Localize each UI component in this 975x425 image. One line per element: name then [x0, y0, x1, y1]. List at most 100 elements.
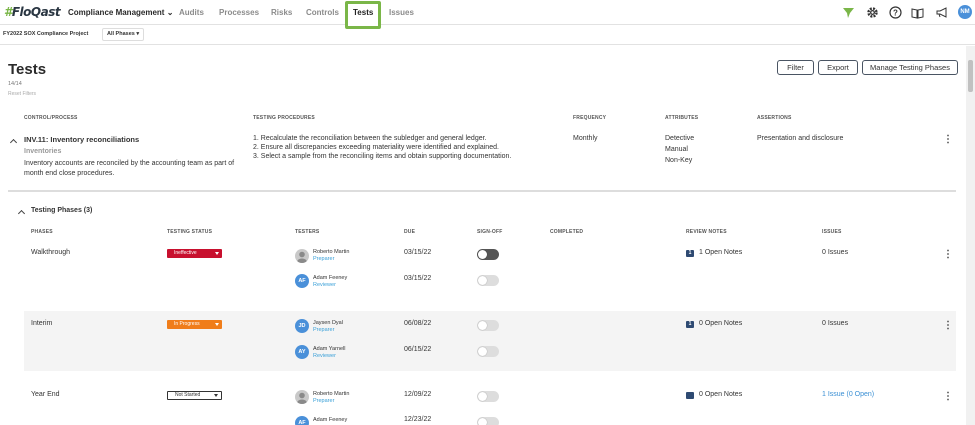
avatar: JD — [295, 319, 309, 333]
procedure-1: 1. Recalculate the reconciliation betwee… — [253, 135, 487, 142]
caret-down-icon — [215, 252, 219, 255]
collapse-control-icon[interactable] — [9, 138, 18, 147]
avatar — [295, 249, 309, 263]
manage-testing-phases-button[interactable]: Manage Testing Phases — [862, 60, 958, 75]
issues-link[interactable]: 1 Issue (0 Open) — [822, 391, 874, 398]
col-due: DUE — [404, 229, 416, 235]
tester-name: Jaysen Dyal — [313, 320, 343, 326]
tester-role: Reviewer — [313, 353, 336, 359]
megaphone-icon[interactable] — [935, 6, 948, 19]
col-testing-procedures: TESTING PROCEDURES — [253, 115, 315, 121]
avatar: AF — [295, 274, 309, 288]
attribute-detective: Detective — [665, 135, 695, 142]
export-button[interactable]: Export — [818, 60, 858, 75]
testing-status-select[interactable]: In Progress — [167, 320, 222, 329]
filter-button[interactable]: Filter — [777, 60, 814, 75]
testing-status-select[interactable]: Not Started — [167, 391, 222, 400]
sign-off-toggle[interactable] — [477, 417, 499, 425]
sub-nav: FY2022 SOX Compliance Project All Phases… — [0, 25, 975, 45]
sign-off-toggle[interactable] — [477, 391, 499, 402]
caret-down-icon — [214, 394, 218, 397]
col-attributes: ATTRIBUTES — [665, 115, 699, 121]
chevron-down-icon: ⌄ — [166, 8, 174, 17]
review-notes[interactable]: 0 Open Notes — [699, 391, 742, 398]
reset-filters-link[interactable]: Reset Filters — [8, 91, 36, 97]
review-note-icon: 1 — [686, 321, 694, 328]
project-name[interactable]: FY2022 SOX Compliance Project — [3, 31, 88, 37]
phase-kebab-menu-icon[interactable]: ⋮ — [943, 392, 953, 402]
testing-status-select[interactable]: Ineffective — [167, 249, 222, 258]
control-name[interactable]: INV.11: Inventory reconciliations — [24, 135, 139, 144]
person-photo-icon — [297, 392, 307, 404]
col-issues: ISSUES — [822, 229, 842, 235]
col-frequency: FREQUENCY — [573, 115, 607, 121]
tester-role: Preparer — [313, 398, 335, 404]
section-divider — [8, 190, 956, 192]
review-note-icon — [686, 392, 694, 399]
sign-off-toggle[interactable] — [477, 320, 499, 331]
scrollbar-track[interactable] — [966, 46, 975, 425]
col-testers: TESTERS — [295, 229, 320, 235]
book-icon[interactable] — [911, 6, 924, 19]
nav-issues[interactable]: Issues — [389, 8, 414, 17]
due-date: 06/08/22 — [404, 320, 432, 327]
nav-compliance-management[interactable]: Compliance Management ⌄ — [68, 8, 173, 17]
collapse-phases-icon[interactable] — [17, 209, 26, 218]
tester-role: Reviewer — [313, 282, 336, 288]
page-title: Tests — [8, 61, 47, 78]
avatar: AY — [295, 345, 309, 359]
phase-name: Year End — [31, 391, 60, 398]
tester-role: Preparer — [313, 327, 335, 333]
attribute-non-key: Non-Key — [665, 157, 693, 164]
tester-name: Adam Yarnell — [313, 346, 346, 352]
help-icon[interactable]: ? — [889, 6, 902, 19]
nav-tests[interactable]: Tests — [353, 8, 373, 17]
sign-off-toggle[interactable] — [477, 346, 499, 357]
issues-count[interactable]: 0 Issues — [822, 320, 848, 327]
nav-processes[interactable]: Processes — [219, 8, 259, 17]
review-notes[interactable]: 0 Open Notes — [699, 320, 742, 327]
col-testing-status: TESTING STATUS — [167, 229, 213, 235]
control-frequency: Monthly — [573, 135, 598, 142]
due-date: 03/15/22 — [404, 275, 432, 282]
due-date: 12/09/22 — [404, 391, 432, 398]
nav-audits[interactable]: Audits — [179, 8, 204, 17]
control-assertion: Presentation and disclosure — [757, 135, 844, 142]
col-assertions: ASSERTIONS — [757, 115, 792, 121]
floqast-badge-icon[interactable] — [842, 6, 855, 19]
issues-count[interactable]: 0 Issues — [822, 249, 848, 256]
top-nav: #FloQast Compliance Management ⌄ Audits … — [0, 0, 975, 29]
phase-filter-select[interactable]: All Phases ▾ — [102, 28, 145, 41]
control-kebab-menu-icon[interactable]: ⋮ — [943, 135, 953, 145]
procedure-3: 3. Select a sample from the reconciling … — [253, 153, 512, 160]
nav-controls[interactable]: Controls — [306, 8, 339, 17]
sign-off-toggle[interactable] — [477, 249, 499, 260]
phase-kebab-menu-icon[interactable]: ⋮ — [943, 250, 953, 260]
caret-down-icon: ▾ — [136, 31, 140, 37]
phase-name: Walkthrough — [31, 249, 71, 256]
attribute-manual: Manual — [665, 146, 688, 153]
due-date: 03/15/22 — [404, 249, 432, 256]
control-process: Inventories — [24, 148, 62, 155]
col-review-notes: REVIEW NOTES — [686, 229, 727, 235]
gear-icon[interactable] — [866, 6, 879, 19]
user-avatar[interactable]: NM — [958, 5, 972, 19]
app-logo[interactable]: #FloQast — [4, 5, 61, 19]
review-notes[interactable]: 1 Open Notes — [699, 249, 742, 256]
due-date: 12/23/22 — [404, 416, 432, 423]
phase-name: Interim — [31, 320, 53, 327]
sign-off-toggle[interactable] — [477, 275, 499, 286]
review-note-icon: 1 — [686, 250, 694, 257]
tester-name: Adam Feeney — [313, 417, 348, 423]
scrollbar-thumb[interactable] — [968, 60, 973, 92]
procedure-2: 2. Ensure all discrepancies exceeding ma… — [253, 144, 499, 151]
result-count: 14/14 — [8, 81, 22, 87]
person-photo-icon — [297, 251, 307, 263]
testing-phases-title[interactable]: Testing Phases (3) — [31, 207, 92, 214]
caret-down-icon — [215, 323, 219, 326]
phase-kebab-menu-icon[interactable]: ⋮ — [943, 321, 953, 331]
tester-role: Preparer — [313, 256, 335, 262]
control-description-line2: month end close procedures. — [24, 170, 115, 177]
col-control-process: CONTROL/PROCESS — [24, 115, 78, 121]
nav-risks[interactable]: Risks — [271, 8, 292, 17]
